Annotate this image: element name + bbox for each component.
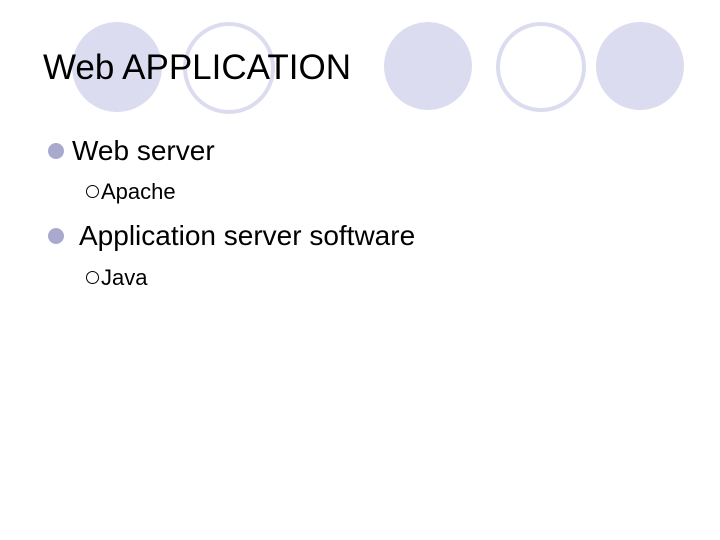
bullet-dot-icon (48, 228, 64, 244)
decor-circle-ring-2 (496, 22, 586, 112)
bullet-web-server: Web server (72, 135, 215, 166)
decor-circle-filled-3 (596, 22, 684, 110)
decor-circle-filled-2 (384, 22, 472, 110)
sub-bullet-ring-icon (86, 185, 99, 198)
bullet-dot-icon (48, 143, 64, 159)
sub-bullet-ring-icon (86, 271, 99, 284)
slide-title: Web APPLICATION (43, 48, 351, 87)
slide: Web APPLICATION Web server Apache Applic… (0, 0, 720, 540)
sub-bullet-java: Java (101, 265, 148, 290)
bullet-application-server-software: Application server software (79, 220, 416, 251)
sub-bullet-apache: Apache (101, 179, 176, 204)
